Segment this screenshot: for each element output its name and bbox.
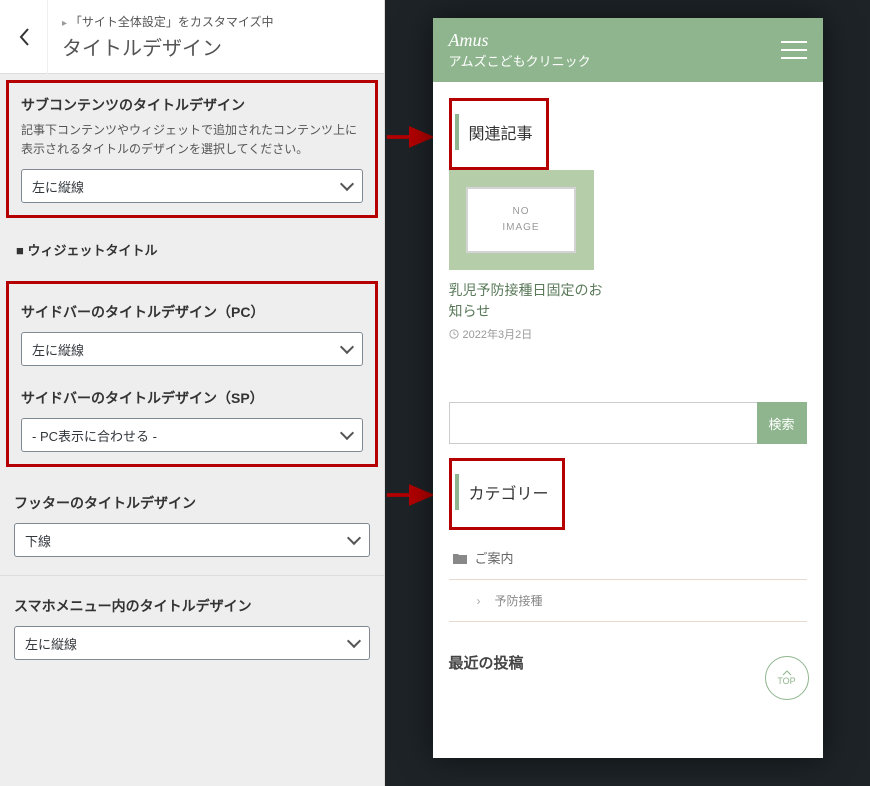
sidebar-sp-select[interactable]: - PC表示に合わせる - (21, 418, 363, 452)
mobile-preview: Amus アムズこどもクリニック 関連記事 NO IMAGE 乳児予防接種日固定… (433, 18, 823, 758)
field-title: スマホメニュー内のタイトルデザイン (14, 596, 370, 616)
post-meta: 2022年3月2日 (449, 326, 807, 342)
footer-select[interactable]: 下線 (14, 523, 370, 557)
select-value: 左に縦線 (32, 340, 84, 359)
top-label: TOP (777, 676, 795, 686)
field-title: サイドバーのタイトルデザイン（SP） (21, 388, 363, 408)
post-thumbnail: NO IMAGE (449, 170, 594, 270)
customizer-titles: 「サイト全体設定」をカスタマイズ中 タイトルデザイン (48, 3, 287, 71)
scroll-top-button[interactable]: TOP (765, 656, 809, 700)
select-value: - PC表示に合わせる - (32, 426, 157, 445)
related-post-card[interactable]: NO IMAGE 乳児予防接種日固定のお知らせ 2022年3月2日 (449, 170, 807, 342)
search-input[interactable] (449, 402, 757, 444)
post-date: 2022年3月2日 (463, 326, 533, 342)
hamburger-icon[interactable] (781, 41, 807, 59)
breadcrumb: 「サイト全体設定」をカスタマイズ中 (62, 13, 273, 30)
field-title: フッターのタイトルデザイン (14, 493, 370, 513)
category-item-child[interactable]: 予防接種 (449, 580, 807, 622)
highlight-box: カテゴリー (449, 458, 565, 530)
sub-content-select[interactable]: 左に縦線 (21, 169, 363, 203)
category-label: 予防接種 (495, 592, 543, 609)
clock-icon (449, 329, 459, 339)
section-sidebar: サイドバーのタイトルデザイン（PC） 左に縦線 サイドバーのタイトルデザイン（S… (6, 281, 378, 467)
category-item[interactable]: ご案内 (449, 536, 807, 580)
site-header: Amus アムズこどもクリニック (433, 18, 823, 82)
select-value: 左に縦線 (32, 177, 84, 196)
site-brand[interactable]: Amus アムズこどもクリニック (449, 30, 591, 70)
search-button[interactable]: 検索 (757, 402, 807, 444)
customizer-header: 「サイト全体設定」をカスタマイズ中 タイトルデザイン (0, 0, 384, 74)
page-title: タイトルデザイン (62, 32, 273, 61)
widget-subheading: ウィジェットタイトル (0, 224, 384, 275)
select-value: 左に縦線 (25, 634, 77, 653)
category-label: ご案内 (475, 548, 514, 567)
chevron-left-icon (18, 27, 30, 47)
back-button[interactable] (0, 0, 48, 74)
widget-title-related: 関連記事 (455, 114, 543, 150)
customizer-panel: 「サイト全体設定」をカスタマイズ中 タイトルデザイン サブコンテンツのタイトルデ… (0, 0, 385, 786)
section-desc: 記事下コンテンツやウィジェットで追加されたコンテンツ上に表示されるタイトルのデザ… (21, 121, 363, 159)
widget-title-category: カテゴリー (455, 474, 559, 510)
category-list: ご案内 予防接種 (449, 536, 807, 622)
section-footer: フッターのタイトルデザイン 下線 (0, 473, 384, 576)
preview-area: Amus アムズこどもクリニック 関連記事 NO IMAGE 乳児予防接種日固定… (385, 0, 870, 786)
field-title: サイドバーのタイトルデザイン（PC） (21, 302, 363, 322)
highlight-box: 関連記事 (449, 98, 549, 170)
section-title: サブコンテンツのタイトルデザイン (21, 95, 363, 115)
search-form: 検索 (449, 402, 807, 444)
spmenu-select[interactable]: 左に縦線 (14, 626, 370, 660)
folder-icon (453, 552, 467, 564)
preview-main: 関連記事 NO IMAGE 乳児予防接種日固定のお知らせ 2022年3月2日 検… (433, 82, 823, 689)
section-sub-content: サブコンテンツのタイトルデザイン 記事下コンテンツやウィジェットで追加されたコン… (6, 80, 378, 218)
select-value: 下線 (25, 531, 51, 550)
sidebar-pc-select[interactable]: 左に縦線 (21, 332, 363, 366)
brand-script: Amus (449, 30, 591, 51)
section-spmenu: スマホメニュー内のタイトルデザイン 左に縦線 (0, 576, 384, 678)
post-title: 乳児予防接種日固定のお知らせ (449, 280, 609, 322)
widget-title-recent: 最近の投稿 (449, 652, 807, 673)
brand-jp: アムズこどもクリニック (449, 51, 591, 70)
no-image-placeholder: NO IMAGE (466, 187, 576, 253)
